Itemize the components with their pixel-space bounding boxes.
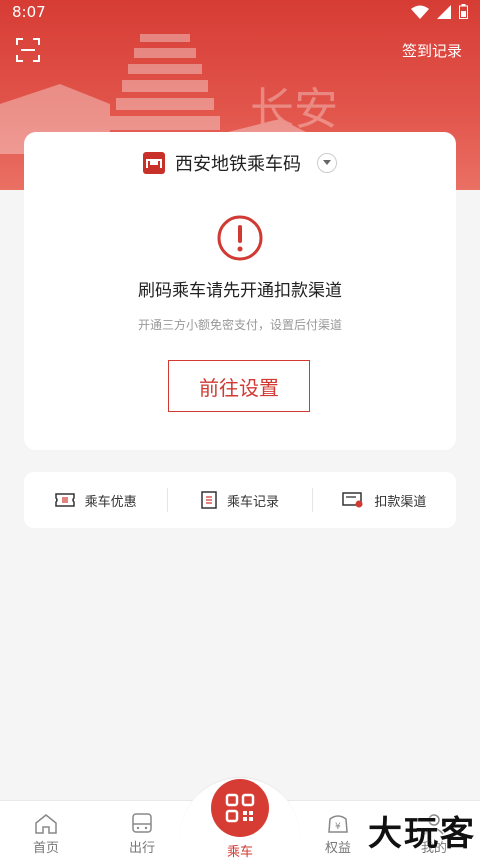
ride-discount-label: 乘车优惠 <box>84 494 137 510</box>
status-time: 8:07 <box>12 3 46 21</box>
watermark-text: 大玩客 <box>368 814 476 854</box>
alert-icon <box>217 215 263 261</box>
home-icon <box>35 814 57 834</box>
scan-icon[interactable] <box>16 38 40 62</box>
metro-title: 西安地铁乘车码 <box>175 154 301 175</box>
svg-text:¥: ¥ <box>335 822 341 832</box>
checkin-record-link[interactable]: 签到记录 <box>402 40 462 61</box>
record-list-icon <box>201 491 217 509</box>
nav-travel[interactable]: 出行 <box>112 813 172 856</box>
alert-subtitle: 开通三方小额免密支付，设置后付渠道 <box>137 318 342 332</box>
wallet-icon: ¥ <box>328 815 348 833</box>
metro-selector[interactable]: 西安地铁乘车码 <box>24 148 456 178</box>
ride-discount-link[interactable]: 乘车优惠 <box>24 488 167 512</box>
alert-title: 刷码乘车请先开通扣款渠道 <box>138 281 342 301</box>
payment-channel-icon <box>342 492 363 508</box>
nav-benefits[interactable]: ¥ 权益 <box>308 813 368 856</box>
qr-code-icon <box>225 793 255 823</box>
payment-channel-label: 扣款渠道 <box>374 494 427 510</box>
quick-links: 乘车优惠 乘车记录 扣款渠道 <box>24 472 456 528</box>
nav-home-label: 首页 <box>32 841 59 856</box>
nav-ride-label: 乘车 <box>226 845 253 859</box>
ride-record-label: 乘车记录 <box>226 494 279 510</box>
wifi-icon <box>411 5 429 19</box>
battery-icon <box>459 4 468 19</box>
signal-icon <box>437 4 451 19</box>
nav-home[interactable]: 首页 <box>16 813 76 856</box>
status-icons <box>411 4 468 19</box>
metro-train-icon <box>132 813 152 833</box>
go-to-settings-button[interactable]: 前往设置 <box>168 360 310 412</box>
ride-code-card: 西安地铁乘车码 刷码乘车请先开通扣款渠道 开通三方小额免密支付，设置后付渠道 前… <box>24 132 456 450</box>
nav-ride-button[interactable] <box>211 779 269 837</box>
nav-benefits-label: 权益 <box>324 841 351 856</box>
ride-record-link[interactable]: 乘车记录 <box>167 488 311 512</box>
ticket-icon <box>54 493 75 507</box>
svg-text:长安: 长安 <box>250 84 338 135</box>
payment-channel-link[interactable]: 扣款渠道 <box>311 488 456 512</box>
nav-travel-label: 出行 <box>128 841 155 856</box>
xian-metro-logo <box>143 152 165 174</box>
chevron-down-icon[interactable] <box>317 153 337 173</box>
status-bar: 8:07 <box>0 0 480 26</box>
